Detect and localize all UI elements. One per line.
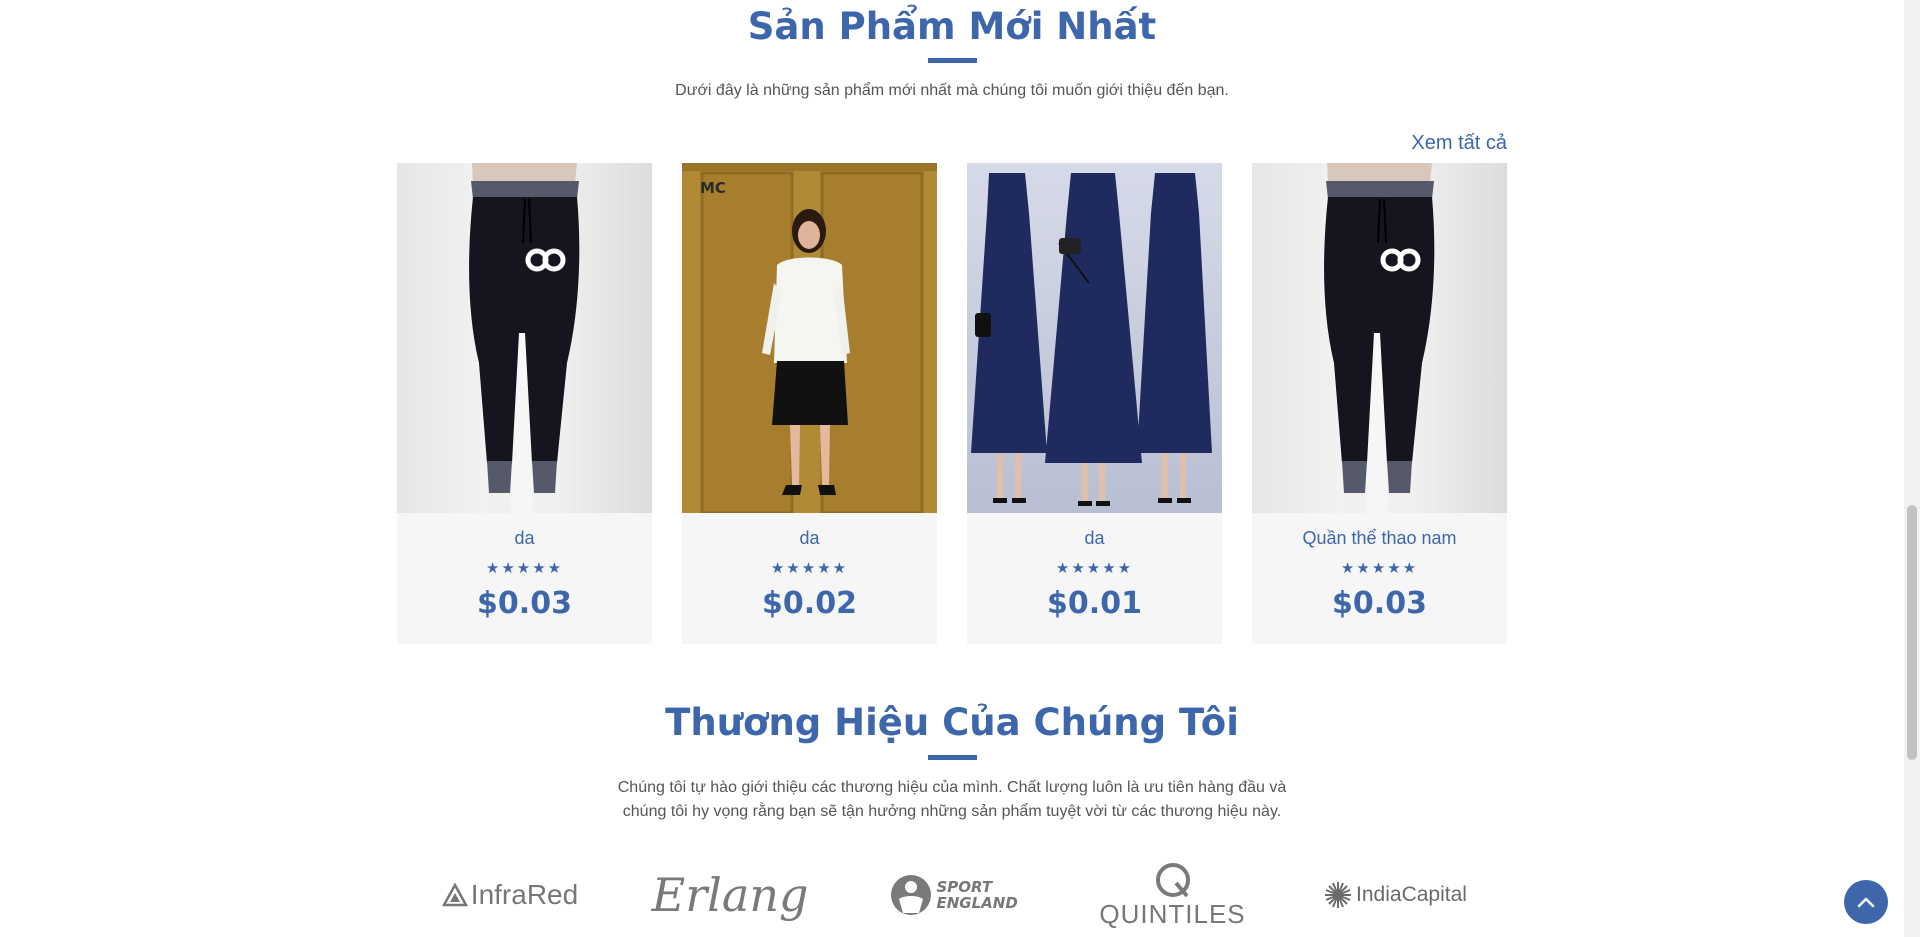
infrared-triangle-icon <box>441 883 468 907</box>
vertical-scrollbar[interactable] <box>1904 0 1920 937</box>
product-price: $0.01 <box>1047 586 1142 621</box>
scroll-to-top-button[interactable] <box>1844 880 1888 924</box>
product-card[interactable]: da ★★★★★ $0.03 <box>397 163 652 644</box>
title-underline <box>928 58 977 63</box>
product-card[interactable]: da ★★★★★ $0.01 <box>967 163 1222 644</box>
rating-stars-icon: ★★★★★ <box>1055 559 1134 577</box>
scrollbar-thumb[interactable] <box>1907 505 1917 760</box>
view-all-link[interactable]: Xem tất cả <box>1411 132 1507 155</box>
product-name[interactable]: Quần thể thao nam <box>1252 528 1507 549</box>
new-products-description: Dưới đây là những sản phẩm mới nhất mà c… <box>675 82 1229 99</box>
product-card[interactable]: MC da ★★★★★ $0.02 <box>682 163 937 644</box>
product-price: $0.03 <box>1332 586 1427 621</box>
brand-name: Erlang <box>651 868 809 922</box>
brands-description-line1: Chúng tôi tự hào giới thiệu các thương h… <box>617 779 1287 796</box>
rating-stars-icon: ★★★★★ <box>770 559 849 577</box>
brand-name: SPORT ENGLAND <box>936 878 1018 912</box>
new-products-title: Sản Phẩm Mới Nhất <box>747 5 1157 48</box>
product-name[interactable]: da <box>967 528 1222 549</box>
brand-name: IndiaCapital <box>1356 883 1467 906</box>
brand-name: QUINTILES <box>1099 898 1246 929</box>
product-name[interactable]: da <box>682 528 937 549</box>
brand-logo-sport-england[interactable]: SPORT ENGLAND <box>885 855 1020 935</box>
mc-logo-text: MC <box>700 179 726 197</box>
brand-logo-infrared[interactable]: InfraRed <box>435 855 585 935</box>
brands-description-line2: chúng tôi hy vọng rằng bạn sẽ tận hưởng … <box>622 803 1282 820</box>
chevron-up-icon <box>1857 897 1875 908</box>
title-underline <box>928 755 977 760</box>
rating-stars-icon: ★★★★★ <box>485 559 564 577</box>
product-image[interactable] <box>1252 163 1507 513</box>
product-name[interactable]: da <box>397 528 652 549</box>
brand-logo-quintiles[interactable]: QUINTILES <box>1099 855 1246 935</box>
quintiles-q-icon <box>1155 862 1190 897</box>
rating-stars-icon: ★★★★★ <box>1340 559 1419 577</box>
brand-logo-erlang[interactable]: Erlang <box>652 855 809 935</box>
product-image[interactable] <box>967 163 1222 513</box>
product-card[interactable]: Quần thể thao nam ★★★★★ $0.03 <box>1252 163 1507 644</box>
brand-name: InfraRed <box>470 879 579 910</box>
product-price: $0.02 <box>762 586 857 621</box>
product-image[interactable]: MC <box>682 163 937 513</box>
product-image[interactable] <box>397 163 652 513</box>
product-price: $0.03 <box>477 586 572 621</box>
sport-england-emblem-icon <box>890 875 931 915</box>
brands-title: Thương Hiệu Của Chúng Tôi <box>665 701 1239 744</box>
indiacapital-star-icon <box>1325 882 1352 908</box>
brand-logo-indiacapital[interactable]: IndiaCapital <box>1318 855 1473 935</box>
